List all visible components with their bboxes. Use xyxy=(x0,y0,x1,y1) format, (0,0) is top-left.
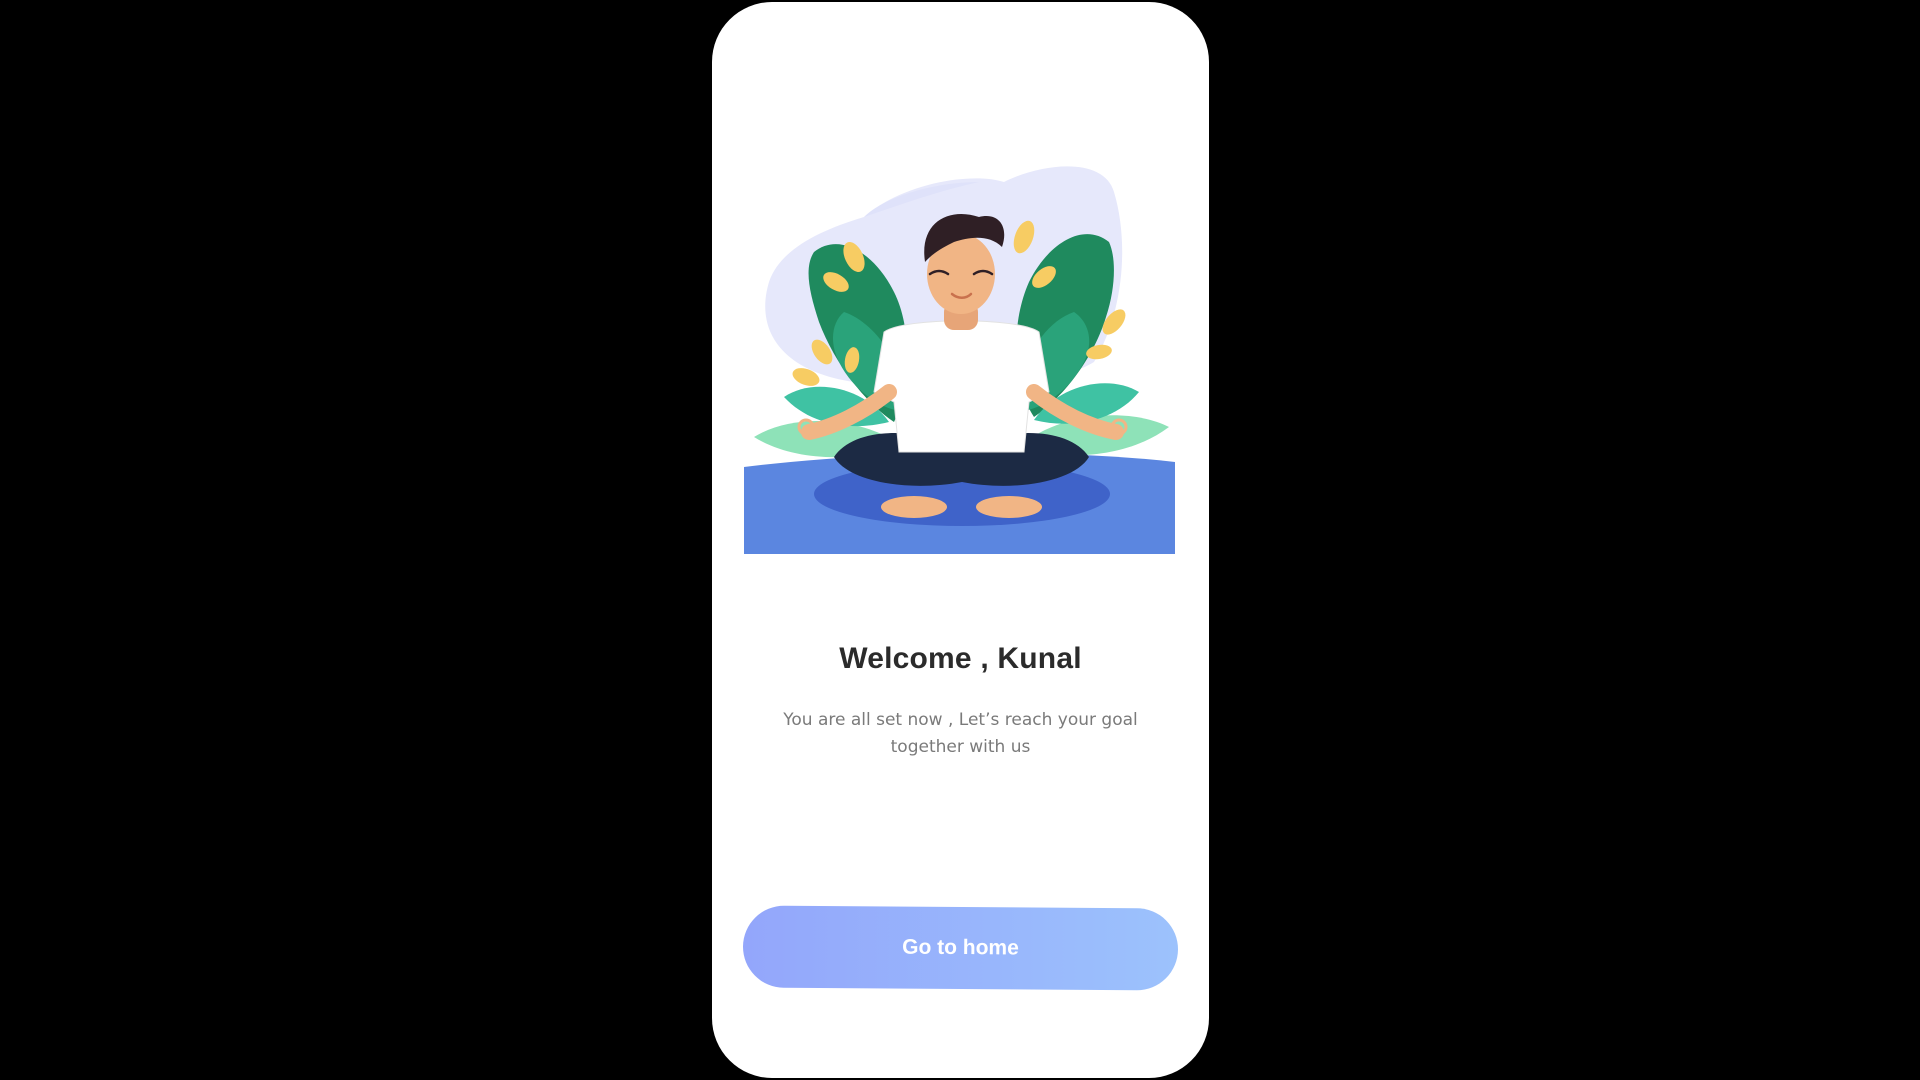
go-to-home-button[interactable]: Go to home xyxy=(742,905,1179,991)
phone-screen: Welcome , Kunal You are all set now , Le… xyxy=(712,2,1209,1078)
welcome-subtitle: You are all set now , Let’s reach your g… xyxy=(783,710,1138,757)
meditation-illustration xyxy=(744,162,1175,554)
go-to-home-label: Go to home xyxy=(902,935,1019,960)
welcome-title: Welcome , Kunal xyxy=(839,642,1082,675)
